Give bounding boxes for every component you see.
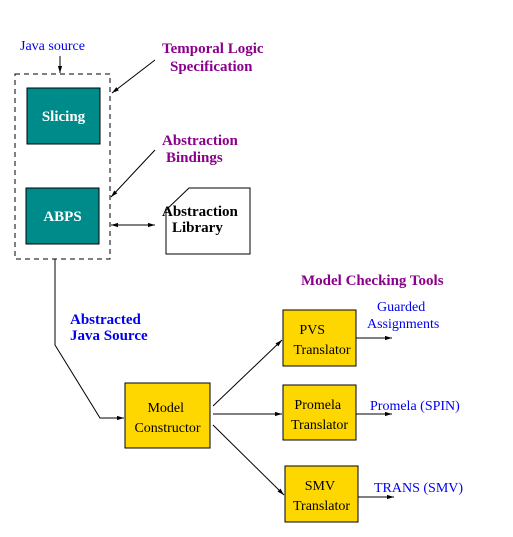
model-constructor-node[interactable]: Model Constructor: [124, 382, 211, 449]
pvs-output-label: Guarded Assignments: [367, 300, 439, 332]
to-smv-arrow: [212, 424, 285, 496]
pvs-translator-node[interactable]: PVS Translator: [282, 309, 357, 367]
abstraction-bindings-arrow: [110, 149, 156, 198]
abstraction-bindings-label: Abstraction Bindings: [162, 133, 242, 166]
abps-node[interactable]: ABPS: [25, 187, 100, 245]
temporal-logic-label: Temporal Logic Specification: [162, 41, 267, 75]
smv-translator-node[interactable]: SMV Translator: [284, 465, 359, 523]
abstraction-library-node[interactable]: Abstraction Library: [162, 187, 251, 255]
slicing-node[interactable]: Slicing: [26, 87, 101, 145]
abps-label: ABPS: [43, 209, 81, 225]
temporal-logic-arrow: [111, 59, 156, 94]
to-pvs-arrow: [212, 339, 283, 407]
model-checking-tools-label: Model Checking Tools: [301, 273, 444, 289]
promela-output-label: Promela (SPIN): [370, 399, 460, 414]
promela-translator-node[interactable]: Promela Translator: [282, 384, 357, 441]
java-source-label: Java source: [20, 39, 85, 54]
smv-output-label: TRANS (SMV): [374, 481, 463, 496]
diagram-canvas: Java source Slicing ABPS Temporal Logic …: [14, 39, 463, 523]
abstracted-java-source-label: Abstracted Java Source: [70, 312, 148, 344]
slicing-label: Slicing: [42, 109, 86, 125]
